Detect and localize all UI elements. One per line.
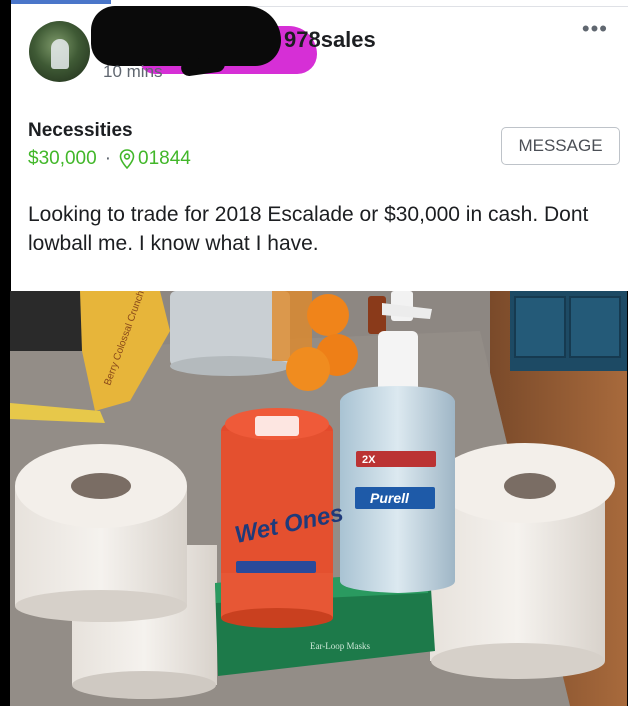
listing-description: Looking to trade for 2018 Escalade or $3… [28,203,589,255]
mask-box-label: Ear-Loop Masks [310,641,371,651]
separator-dot: · [104,148,112,169]
paper-towel-roll-left-top [15,444,187,622]
listing-photo[interactable]: Berry Colossal Crunch Ear-Loop Masks 2X … [10,291,627,706]
more-options-icon[interactable]: ••• [582,16,608,42]
listing-title: Necessities [28,120,133,141]
sanitizer-badge: 2X [362,454,376,466]
photo-scene: Berry Colossal Crunch Ear-Loop Masks 2X … [10,291,627,706]
listing-card: 978sales 10 mins ••• Necessities $30,000… [11,0,628,291]
message-button[interactable]: MESSAGE [501,127,620,165]
wipes-canister: Wet Ones [221,408,346,628]
listing-location[interactable]: 01844 [138,148,191,170]
avatar[interactable] [29,21,90,82]
location-pin-icon [119,149,135,169]
post-time[interactable]: 10 mins [103,62,163,82]
sanitizer-brand: Purell [370,490,410,506]
tab-indicator [11,0,111,4]
page-name[interactable]: 978sales [284,27,376,53]
paper-towel-roll-right [430,443,615,679]
listing-price: $30,000 [28,148,97,169]
redaction-scribble [91,6,281,66]
price-location-line: $30,000 · 01844 [28,148,191,170]
